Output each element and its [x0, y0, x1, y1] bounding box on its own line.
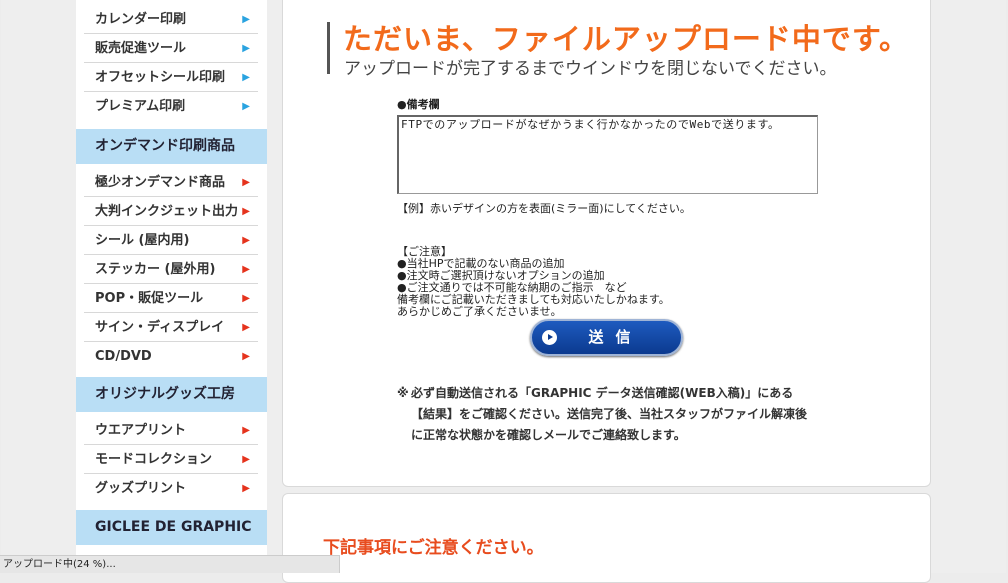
arrow-right-icon: ▶	[242, 14, 250, 25]
arrow-right-icon: ▶	[242, 264, 250, 275]
arrow-right-icon: ▶	[242, 206, 250, 217]
sidebar-item-label: オフセットシール印刷	[95, 70, 226, 85]
remarks-textarea[interactable]	[397, 115, 818, 194]
heading-divider	[327, 22, 330, 74]
section-header-ondemand[interactable]: オンデマンド印刷商品	[76, 129, 267, 164]
arrow-right-icon: ▶	[242, 177, 250, 188]
sidebar-item-label: 極少オンデマンド商品	[95, 175, 226, 190]
sidebar-item-sales-promotion[interactable]: 販売促進ツール ▶	[84, 35, 258, 63]
sidebar-item-calendar[interactable]: カレンダー印刷 ▶	[84, 6, 258, 34]
notice-text: 【ご注意】 ●当社HPで記載のない商品の追加 ●注文時ご選択頂けないオプションの…	[397, 246, 670, 318]
page-subtitle: アップロードが完了するまでウインドウを閉じないでください。	[344, 59, 837, 79]
sidebar-item-goods-print[interactable]: グッズプリント ▶	[84, 475, 258, 503]
arrow-right-icon: ▶	[242, 351, 250, 362]
arrow-right-icon: ▶	[242, 483, 250, 494]
confirmation-note: ※ 必ず自動送信される「GRAPHIC データ送信確認(WEB入稿)」にある【結…	[397, 383, 812, 446]
sidebar-item-sign-display[interactable]: サイン・ディスプレイ ▶	[84, 314, 258, 342]
play-icon	[542, 330, 557, 345]
notice-line: あらかじめご了承くださいませ。	[397, 305, 562, 318]
sidebar-item-label: プレミアム印刷	[95, 99, 186, 114]
note-text: 必ず自動送信される「GRAPHIC データ送信確認(WEB入稿)」にある【結果】…	[411, 386, 808, 442]
sidebar-item-label: ステッカー (屋外用)	[95, 262, 216, 277]
section-header-goods[interactable]: オリジナルグッズ工房	[76, 377, 267, 412]
sidebar-item-label: POP・販促ツール	[95, 291, 204, 306]
sidebar-item-large-inkjet[interactable]: 大判インクジェット出力 ▶	[84, 198, 258, 226]
sidebar: カレンダー印刷 ▶ 販売促進ツール ▶ オフセットシール印刷 ▶ プレミアム印刷…	[76, 0, 267, 573]
sidebar-item-label: モードコレクション	[95, 452, 213, 467]
arrow-right-icon: ▶	[242, 43, 250, 54]
sidebar-item-seal-indoor[interactable]: シール (屋内用) ▶	[84, 227, 258, 255]
browser-status-bar: アップロード中(24 %)...	[0, 555, 340, 573]
section-header-giclee[interactable]: GICLEE DE GRAPHIC	[76, 510, 267, 545]
sidebar-item-label: ウエアプリント	[95, 423, 187, 438]
warning-title: 下記事項にご注意ください。	[323, 538, 544, 558]
sidebar-item-cd-dvd[interactable]: CD/DVD ▶	[84, 343, 258, 371]
remarks-example: 【例】赤いデザインの方を表面(ミラー面)にしてください。	[397, 202, 691, 215]
page-title: ただいま、ファイルアップロード中です。	[343, 22, 909, 56]
sidebar-item-label: サイン・ディスプレイ	[95, 320, 225, 335]
sidebar-item-label: 大判インクジェット出力	[95, 204, 239, 219]
sidebar-item-sticker-outdoor[interactable]: ステッカー (屋外用) ▶	[84, 256, 258, 284]
sidebar-item-pop-tools[interactable]: POP・販促ツール ▶	[84, 285, 258, 313]
sidebar-item-premium[interactable]: プレミアム印刷 ▶	[84, 93, 258, 121]
arrow-right-icon: ▶	[242, 101, 250, 112]
sidebar-item-label: シール (屋内用)	[95, 233, 190, 248]
sidebar-item-label: 販売促進ツール	[95, 41, 187, 56]
sidebar-item-label: CD/DVD	[95, 349, 152, 364]
arrow-right-icon: ▶	[242, 425, 250, 436]
arrow-right-icon: ▶	[242, 293, 250, 304]
send-button-label: 送信	[588, 328, 643, 346]
sidebar-item-mode-collection[interactable]: モードコレクション ▶	[84, 446, 258, 474]
send-button[interactable]: 送信	[530, 319, 683, 356]
sidebar-item-label: グッズプリント	[95, 481, 187, 496]
arrow-right-icon: ▶	[242, 235, 250, 246]
sidebar-item-wear-print[interactable]: ウエアプリント ▶	[84, 417, 258, 445]
remarks-label: ●備考欄	[397, 98, 440, 111]
arrow-right-icon: ▶	[242, 454, 250, 465]
sidebar-item-small-ondemand[interactable]: 極少オンデマンド商品 ▶	[84, 169, 258, 197]
sidebar-item-label: カレンダー印刷	[95, 12, 187, 27]
sidebar-item-offset-seal[interactable]: オフセットシール印刷 ▶	[84, 64, 258, 92]
note-mark: ※	[397, 386, 409, 400]
arrow-right-icon: ▶	[242, 72, 250, 83]
arrow-right-icon: ▶	[242, 322, 250, 333]
